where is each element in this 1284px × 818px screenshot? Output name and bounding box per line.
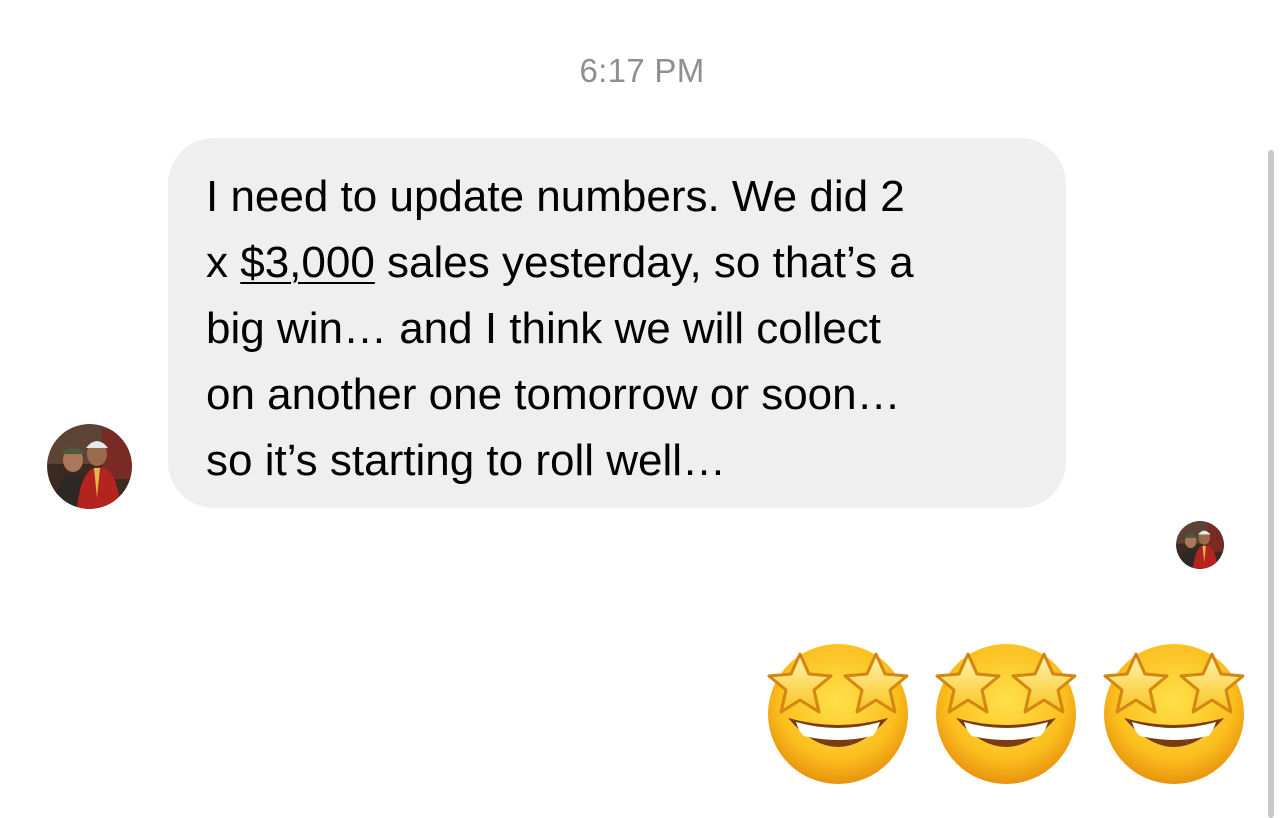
message-line: so it’s starting to roll well… [206,436,727,485]
message-line: big win… and I think we will collect [206,304,881,353]
message-line: x $3,000 sales yesterday, so that’s a [206,230,1036,296]
star-struck-emoji-icon [1103,644,1245,784]
message-timestamp: 6:17 PM [579,52,705,89]
star-struck-emoji-icon [935,644,1077,784]
star-struck-emoji-icon [767,644,909,784]
emoji-message[interactable] [758,636,1258,786]
amount-link[interactable]: $3,000 [240,238,375,287]
message-fragment: x [206,238,241,287]
sender-avatar[interactable] [47,424,132,509]
avatar-photo-icon [1176,521,1224,569]
message-text: I need to update numbers. We did 2 x $3,… [206,164,1036,494]
incoming-message-bubble[interactable]: I need to update numbers. We did 2 x $3,… [168,138,1066,508]
message-line: on another one tomorrow or soon… [206,370,901,419]
avatar-photo-icon [47,424,132,509]
message-fragment: sales yesterday, so that’s a [374,238,914,287]
message-line: I need to update numbers. We did 2 [206,172,905,221]
scrollbar[interactable] [1268,150,1274,818]
read-receipt-avatar [1176,521,1224,569]
